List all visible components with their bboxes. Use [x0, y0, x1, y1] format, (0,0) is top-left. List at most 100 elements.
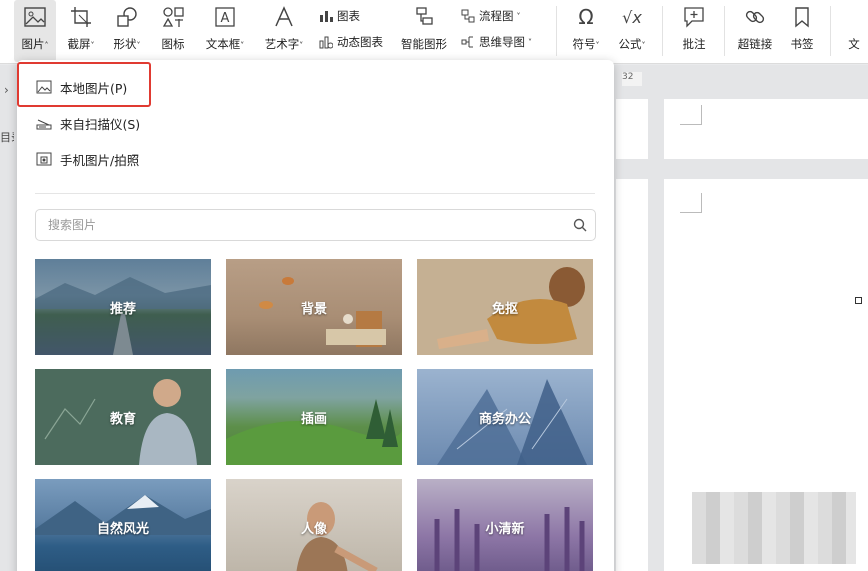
- menu-item-local-image[interactable]: 本地图片(P): [35, 75, 127, 99]
- category-tile-nature[interactable]: 自然风光: [35, 479, 211, 571]
- menu-item-label: 本地图片(P): [60, 80, 128, 96]
- chart-button[interactable]: 图表: [318, 6, 360, 26]
- category-tile-fresh[interactable]: 小清新: [417, 479, 593, 571]
- text-tool-label: 文: [848, 37, 860, 51]
- hyperlink-button[interactable]: 超链接: [734, 0, 776, 62]
- picture-label: 图片: [21, 37, 45, 51]
- phone-photo-icon: [35, 151, 53, 167]
- category-tile-recommend[interactable]: 推荐: [35, 259, 211, 355]
- picture-button[interactable]: 图片˄: [14, 0, 56, 62]
- picture-icon: [22, 4, 48, 30]
- icon-library-icon: [160, 4, 186, 30]
- flowchart-button[interactable]: 流程图 ˅: [460, 6, 521, 26]
- hyperlink-label: 超链接: [737, 37, 773, 51]
- link-icon: [742, 4, 768, 30]
- chevron-up-icon: ˄: [44, 41, 49, 50]
- blurred-area: [692, 492, 856, 564]
- comment-icon: [681, 4, 707, 30]
- category-tile-education[interactable]: 教育: [35, 369, 211, 465]
- search-icon[interactable]: [565, 210, 595, 240]
- svg-text:A: A: [221, 11, 230, 26]
- bar-chart-icon: [318, 8, 334, 24]
- text-tool-button[interactable]: 文: [840, 0, 868, 62]
- text-tool-icon: [841, 4, 867, 30]
- flowchart-label: 流程图: [479, 9, 514, 23]
- category-label: 背景: [300, 301, 327, 317]
- mindmap-button[interactable]: 思维导图 ˅: [460, 32, 532, 52]
- smart-shape-button[interactable]: 智能图形: [398, 0, 450, 62]
- smart-shape-icon: [411, 4, 437, 30]
- formula-icon: √x: [622, 7, 642, 27]
- page-preview: [616, 179, 648, 571]
- category-label: 免抠: [491, 301, 518, 317]
- comment-button[interactable]: 批注: [674, 0, 714, 62]
- screenshot-icon: [68, 4, 94, 30]
- image-search-input[interactable]: [48, 218, 565, 232]
- category-tile-background[interactable]: 背景: [226, 259, 402, 355]
- page-preview: [616, 99, 648, 159]
- formula-label: 公式: [618, 37, 642, 51]
- chevron-down-icon: ˅: [641, 41, 646, 50]
- shape-button[interactable]: 形状˅: [107, 0, 147, 62]
- screenshot-label: 截屏: [67, 37, 91, 51]
- category-tile-illustration[interactable]: 插画: [226, 369, 402, 465]
- dynamic-chart-label: 动态图表: [337, 35, 383, 49]
- symbol-button[interactable]: Ω 符号˅: [566, 0, 606, 62]
- smart-shape-label: 智能图形: [401, 37, 447, 51]
- chevron-down-icon: ˅: [528, 37, 532, 47]
- dynamic-chart-icon: [318, 34, 334, 50]
- dynamic-chart-button[interactable]: 动态图表: [318, 32, 383, 52]
- formula-button[interactable]: √x 公式˅: [612, 0, 652, 62]
- category-label: 自然风光: [96, 521, 149, 537]
- ribbon-toolbar: 图片˄ 截屏˅ 形状˅ 图标 A 文本框˅ 艺术字˅ 图表 动态图表 智能图形 …: [0, 0, 868, 64]
- bookmark-label: 书签: [790, 37, 814, 51]
- flowchart-icon: [460, 8, 476, 24]
- ribbon-divider: [724, 6, 725, 56]
- menu-item-label: 手机图片/拍照: [60, 152, 140, 168]
- ruler-number: 32: [622, 72, 642, 86]
- scanner-icon: [35, 115, 53, 131]
- chevron-down-icon: ˅: [240, 41, 245, 50]
- omega-icon: Ω: [578, 5, 594, 29]
- wordart-icon: [271, 4, 297, 30]
- menu-item-phone-photo[interactable]: 手机图片/拍照: [35, 147, 139, 171]
- wordart-button[interactable]: 艺术字˅: [258, 0, 310, 62]
- chevron-down-icon: ˅: [516, 11, 521, 21]
- category-tile-business[interactable]: 商务办公: [417, 369, 593, 465]
- comment-label: 批注: [682, 37, 706, 51]
- image-search-box: [35, 209, 596, 241]
- wordart-label: 艺术字: [264, 37, 300, 51]
- menu-item-label: 来自扫描仪(S): [60, 116, 141, 132]
- textbox-icon: A: [212, 4, 238, 30]
- ribbon-divider: [830, 6, 831, 56]
- chevron-down-icon: ˅: [595, 41, 600, 50]
- bookmark-icon: [789, 4, 815, 30]
- shape-icon: [114, 4, 140, 30]
- chevron-down-icon: ˅: [136, 41, 141, 50]
- icon-label: 图标: [161, 37, 185, 51]
- category-label: 商务办公: [478, 411, 531, 427]
- screenshot-button[interactable]: 截屏˅: [62, 0, 100, 62]
- bookmark-button[interactable]: 书签: [782, 0, 822, 62]
- textbox-button[interactable]: A 文本框˅: [200, 0, 250, 62]
- category-label: 人像: [300, 521, 327, 537]
- resize-handle[interactable]: [855, 297, 862, 304]
- icon-button[interactable]: 图标: [155, 0, 191, 62]
- picture-dropdown-panel: 本地图片(P) 来自扫描仪(S) 手机图片/拍照 推荐 背景 免抠 教育 插画 …: [17, 60, 614, 571]
- mindmap-icon: [460, 34, 476, 50]
- category-tile-portrait[interactable]: 人像: [226, 479, 402, 571]
- ribbon-divider: [662, 6, 663, 56]
- sidebar-label: 目录: [0, 131, 14, 144]
- crop-mark: [680, 193, 702, 213]
- crop-mark: [680, 105, 702, 125]
- menu-divider: [35, 193, 595, 194]
- sidebar-toggle[interactable]: ›: [4, 83, 9, 97]
- category-label: 小清新: [485, 521, 525, 537]
- category-tile-cutout[interactable]: 免抠: [417, 259, 593, 355]
- mindmap-label: 思维导图: [479, 35, 525, 49]
- menu-item-scanner[interactable]: 来自扫描仪(S): [35, 111, 140, 135]
- symbol-label: 符号: [572, 37, 596, 51]
- ribbon-divider: [556, 6, 557, 56]
- category-label: 教育: [109, 411, 136, 427]
- chart-label: 图表: [337, 9, 360, 23]
